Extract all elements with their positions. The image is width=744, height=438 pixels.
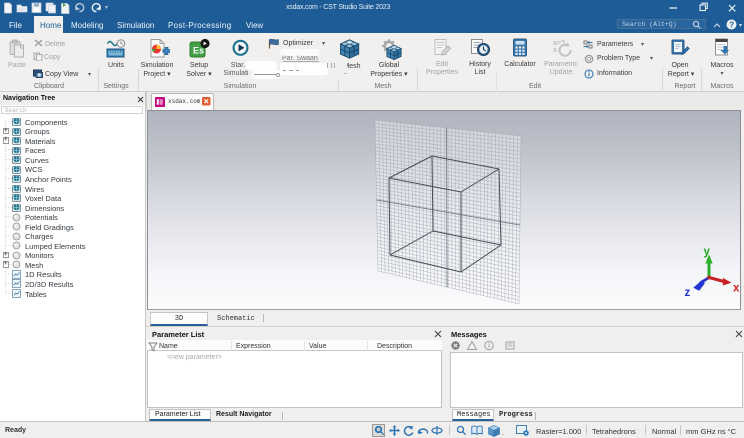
svg-text:x: x — [553, 47, 557, 54]
svg-text:y: y — [704, 246, 711, 258]
svg-text:z: z — [685, 287, 691, 299]
svg-text:x: x — [733, 283, 740, 295]
